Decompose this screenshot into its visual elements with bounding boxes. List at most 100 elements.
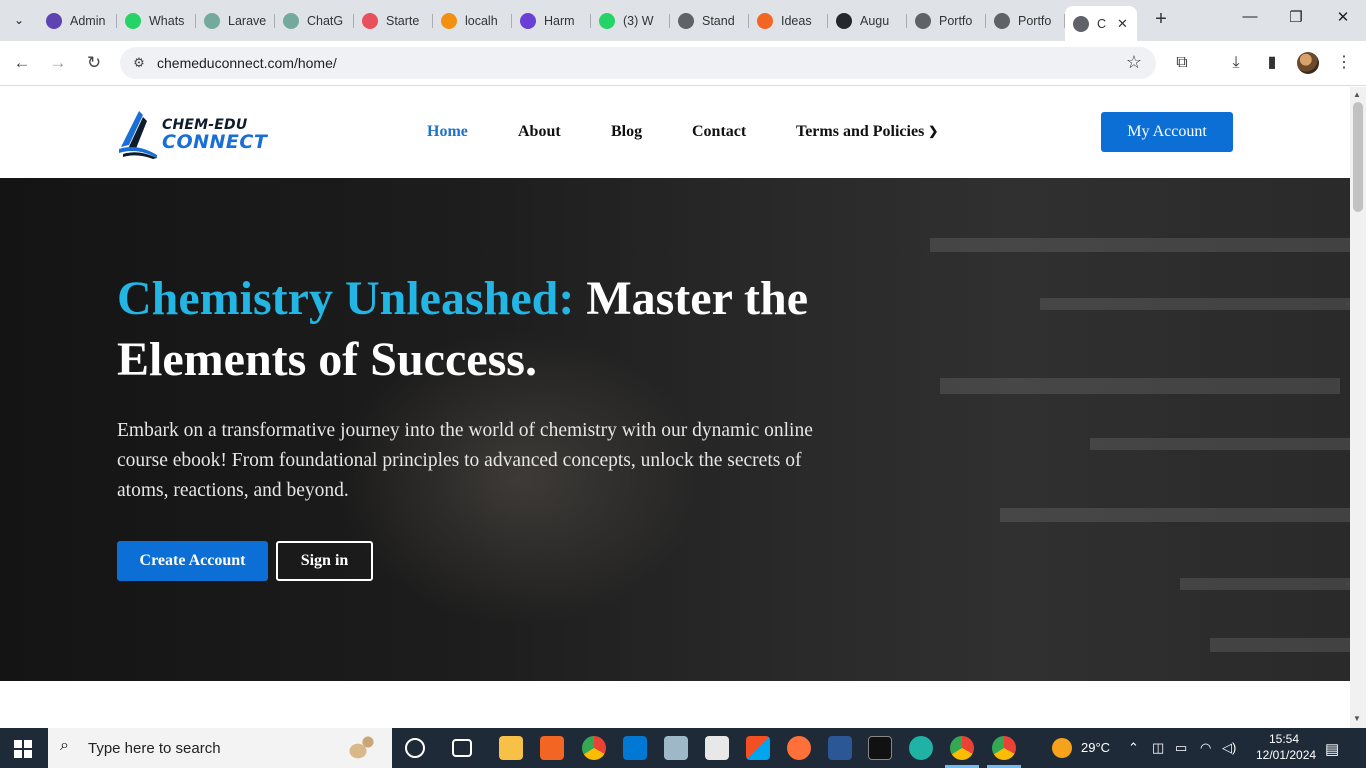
vscode-icon[interactable] xyxy=(623,736,647,760)
nav-blog[interactable]: Blog xyxy=(611,123,642,141)
tab-favicon-icon xyxy=(362,12,378,29)
taskbar-clock[interactable]: 15:54 12/01/2024 xyxy=(1256,731,1316,763)
browser-tab[interactable]: Portfo xyxy=(907,6,986,35)
edge-icon[interactable] xyxy=(909,736,933,760)
nav-contact[interactable]: Contact xyxy=(692,123,746,141)
tab-label: Starte xyxy=(386,13,420,28)
browser-tab[interactable]: Stand xyxy=(670,6,749,35)
tab-label: Harm xyxy=(544,13,575,28)
scroll-up-icon[interactable]: ▲ xyxy=(1353,90,1361,99)
nav-terms-label: Terms and Policies xyxy=(796,123,925,140)
site-info-icon[interactable]: ⚙ xyxy=(130,54,148,72)
nav-home[interactable]: Home xyxy=(427,123,468,141)
wifi-icon[interactable]: ◠ xyxy=(1200,740,1211,756)
browser-tab[interactable]: Whats xyxy=(117,6,196,35)
back-icon[interactable]: ← xyxy=(9,51,35,75)
file-explorer-icon[interactable] xyxy=(499,736,523,760)
tab-label: Whats xyxy=(149,13,185,28)
bookshelf-decoration xyxy=(1040,298,1350,310)
extensions-icon[interactable]: ⧉ xyxy=(1171,52,1193,74)
browser-tab[interactable]: Ideas xyxy=(749,6,828,35)
bookshelf-decoration xyxy=(1000,508,1350,522)
scrollbar-thumb[interactable] xyxy=(1353,102,1363,212)
downloads-icon[interactable]: ⤓ xyxy=(1225,52,1247,74)
weather-icon[interactable] xyxy=(1052,738,1072,758)
firefox-icon[interactable] xyxy=(787,736,811,760)
tab-label: localh xyxy=(465,13,498,28)
book-logo-icon xyxy=(119,111,157,159)
profile-avatar[interactable] xyxy=(1297,52,1319,74)
tab-label: ChatG xyxy=(307,13,344,28)
cortana-icon[interactable] xyxy=(405,738,425,758)
weather-temperature[interactable]: 29°C xyxy=(1081,740,1110,755)
address-bar[interactable]: ⚙ chemeduconnect.com/home/ ☆ xyxy=(120,47,1156,79)
volume-icon[interactable]: ◁) xyxy=(1222,740,1236,756)
site-logo[interactable]: CHEM-EDU CONNECT xyxy=(117,107,272,159)
browser-tab[interactable]: (3) W xyxy=(591,6,670,35)
notifications-icon[interactable]: ▤ xyxy=(1325,740,1339,758)
chevron-down-icon: ❯ xyxy=(928,124,939,138)
meet-icon[interactable]: ◫ xyxy=(1152,740,1164,756)
tab-favicon-icon xyxy=(125,12,141,29)
notepad-icon[interactable] xyxy=(664,736,688,760)
close-window-icon[interactable]: ✕ xyxy=(1333,8,1353,26)
nav-terms-dropdown[interactable]: Terms and Policies ❯ xyxy=(796,123,938,141)
my-account-button[interactable]: My Account xyxy=(1101,112,1233,152)
new-tab-button[interactable]: + xyxy=(1150,8,1172,30)
browser-tab[interactable]: Admin xyxy=(38,6,117,35)
tab-favicon-icon xyxy=(46,12,62,29)
windows-taskbar: ⌕ Type here to search 29°C ⌃ ◫ ▭ ◠ ◁) 15… xyxy=(0,728,1366,768)
create-account-button[interactable]: Create Account xyxy=(117,541,268,581)
chrome-icon[interactable] xyxy=(992,736,1016,760)
taskbar-search[interactable]: ⌕ Type here to search xyxy=(48,728,392,768)
browser-tab[interactable]: Portfo xyxy=(986,6,1065,35)
clock-time: 15:54 xyxy=(1268,732,1300,746)
side-panel-icon[interactable]: ▮ xyxy=(1261,52,1283,74)
browser-tab[interactable]: localh xyxy=(433,6,512,35)
tab-label: Portfo xyxy=(1018,13,1052,28)
forward-icon[interactable]: → xyxy=(45,51,71,75)
sign-in-button[interactable]: Sign in xyxy=(276,541,373,581)
store-icon[interactable] xyxy=(746,736,770,760)
tab-favicon-icon xyxy=(599,12,615,29)
windows-start-icon[interactable] xyxy=(14,740,32,758)
scroll-down-icon[interactable]: ▼ xyxy=(1353,714,1361,723)
active-browser-tab[interactable]: C ✕ xyxy=(1065,6,1137,41)
bookmark-star-icon[interactable]: ☆ xyxy=(1126,52,1142,73)
bookshelf-decoration xyxy=(940,378,1340,394)
tab-label: Augu xyxy=(860,13,890,28)
app-icon[interactable] xyxy=(828,736,852,760)
browser-tab[interactable]: Larave xyxy=(196,6,275,35)
search-highlight-image xyxy=(330,731,378,765)
reload-icon[interactable]: ↻ xyxy=(81,51,107,75)
tray-chevron-icon[interactable]: ⌃ xyxy=(1128,740,1139,756)
task-view-icon[interactable] xyxy=(452,739,472,757)
url-text[interactable]: chemeduconnect.com/home/ xyxy=(157,55,337,71)
xampp-icon[interactable] xyxy=(540,736,564,760)
browser-tab[interactable]: Augu xyxy=(828,6,907,35)
browser-toolbar: ← → ↻ ⚙ chemeduconnect.com/home/ ☆ ⧉ ⤓ ▮… xyxy=(0,41,1366,86)
browser-tab[interactable]: Harm xyxy=(512,6,591,35)
mail-icon[interactable] xyxy=(705,736,729,760)
nav-about[interactable]: About xyxy=(518,123,561,141)
terminal-icon[interactable] xyxy=(868,736,892,760)
battery-icon[interactable]: ▭ xyxy=(1175,740,1187,756)
menu-icon[interactable]: ⋮ xyxy=(1333,52,1355,74)
tab-list: Admin Whats Larave ChatG Starte localh Harm (3)… xyxy=(38,6,1137,41)
page-content-area xyxy=(0,681,1350,728)
restore-icon[interactable]: ❐ xyxy=(1286,8,1306,26)
browser-tab[interactable]: Starte xyxy=(354,6,433,35)
minimize-icon[interactable]: — xyxy=(1240,8,1260,25)
taskbar-search-placeholder: Type here to search xyxy=(88,740,221,757)
page-scrollbar[interactable]: ▲ ▼ xyxy=(1350,87,1366,728)
site-header: CHEM-EDU CONNECT Home About Blog Contact… xyxy=(0,87,1350,178)
close-tab-icon[interactable]: ✕ xyxy=(1117,16,1128,32)
browser-tab-strip: ⌄ Admin Whats Larave ChatG Starte localh Harm (… xyxy=(0,0,1366,41)
chrome-icon[interactable] xyxy=(950,736,974,760)
tab-favicon-icon xyxy=(520,12,536,29)
tab-search-button[interactable]: ⌄ xyxy=(6,8,32,32)
browser-tab[interactable]: ChatG xyxy=(275,6,354,35)
search-icon: ⌕ xyxy=(60,737,69,754)
tab-label: Portfo xyxy=(939,13,973,28)
chrome-icon[interactable] xyxy=(582,736,606,760)
